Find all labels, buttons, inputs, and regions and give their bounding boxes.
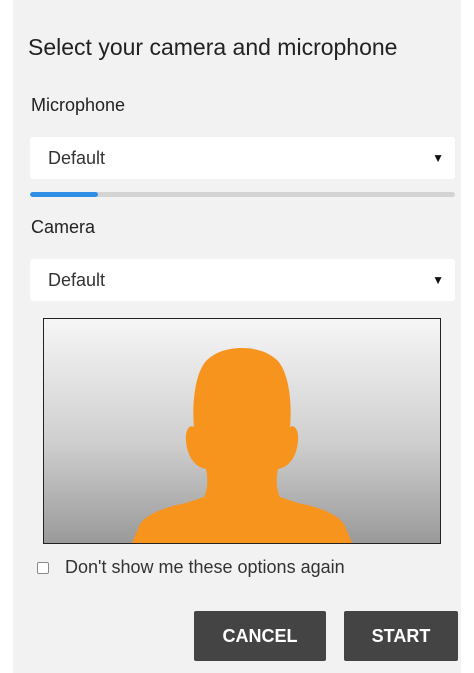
microphone-level-fill (30, 192, 98, 197)
camera-mic-dialog: Select your camera and microphone Microp… (13, 0, 461, 673)
microphone-selected-value: Default (48, 148, 106, 168)
dont-show-again-checkbox[interactable] (37, 561, 49, 574)
person-silhouette-icon (132, 348, 352, 543)
caret-down-icon: ▼ (432, 273, 444, 287)
microphone-level-meter (30, 192, 455, 197)
camera-select[interactable]: Default ▼ (30, 259, 455, 301)
camera-label: Camera (31, 217, 96, 237)
caret-down-icon: ▼ (432, 151, 444, 165)
dialog-title: Select your camera and microphone (28, 34, 398, 60)
dont-show-again-row[interactable]: Don't show me these options again (37, 557, 345, 578)
camera-selected-value: Default (48, 270, 106, 290)
microphone-select[interactable]: Default ▼ (30, 137, 455, 179)
cancel-button[interactable]: CANCEL (194, 611, 326, 661)
camera-preview (43, 318, 441, 544)
start-button[interactable]: START (344, 611, 458, 661)
dont-show-again-label[interactable]: Don't show me these options again (65, 557, 345, 578)
microphone-label: Microphone (31, 95, 126, 115)
